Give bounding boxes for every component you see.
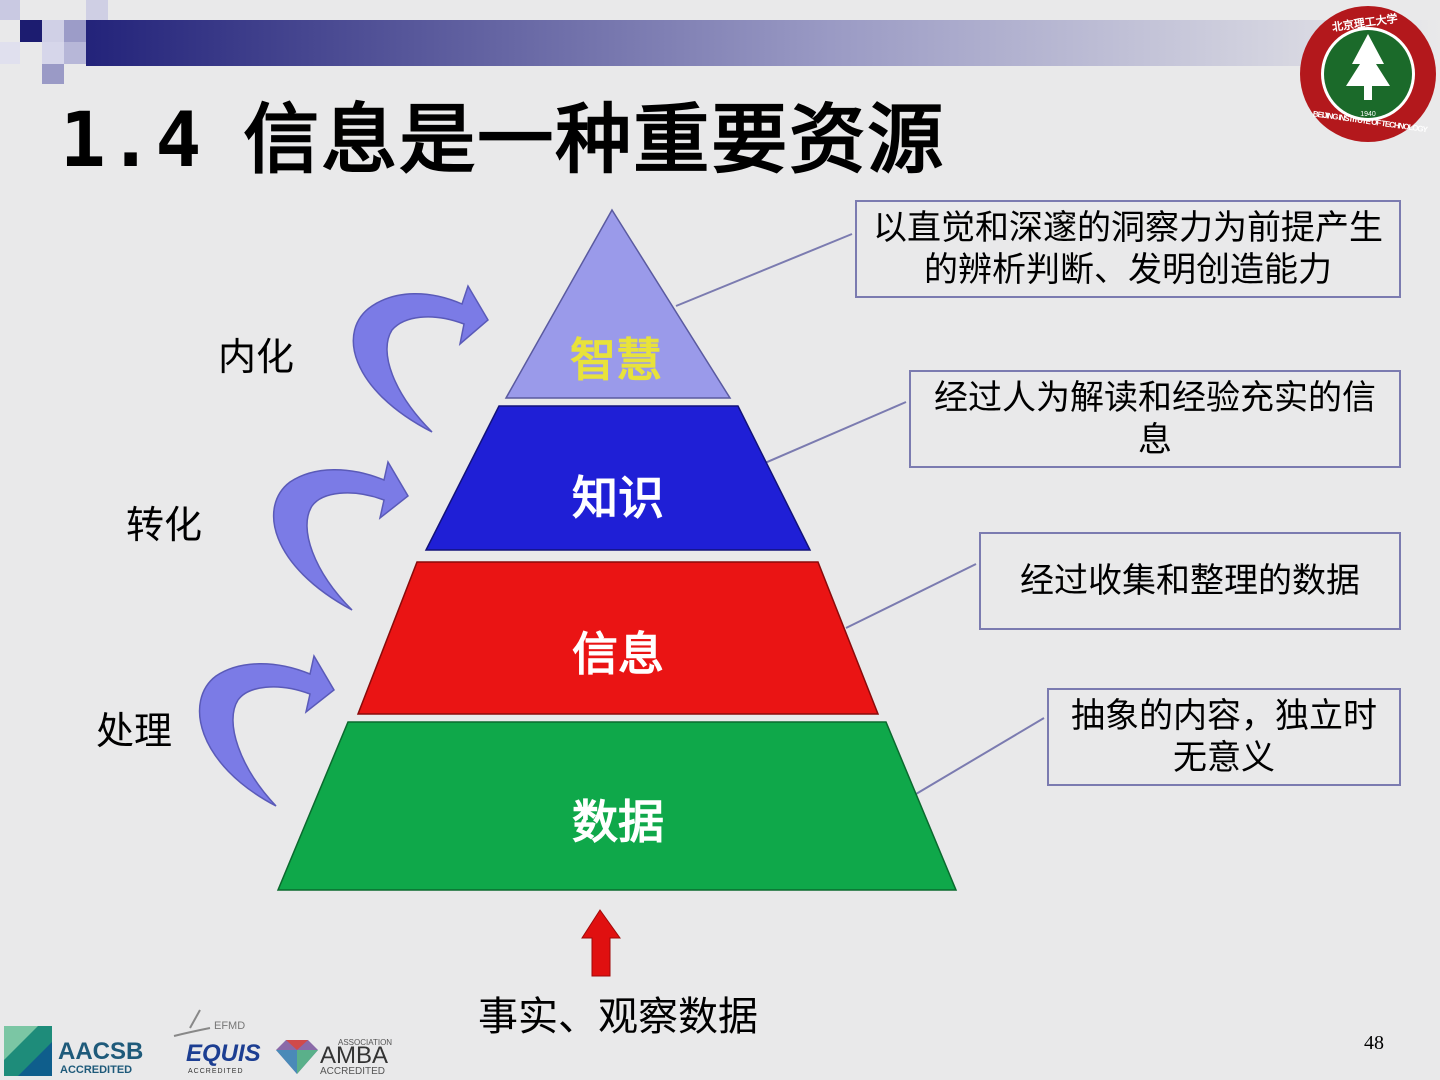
curved-arrow-internalize [352,284,489,433]
description-wisdom: 以直觉和深邃的洞察力为前提产生的辨析判断、发明创造能力 [873,208,1383,290]
description-box-information: 经过收集和整理的数据 [979,532,1401,630]
tier-label-knowledge: 知识 [572,471,664,525]
efmd-text: EFMD [214,1020,246,1032]
connector-line-data [915,717,1045,795]
page-number: 48 [1364,1032,1384,1054]
aacsb-text: AACSB [58,1038,144,1065]
up-arrow-icon [581,909,621,977]
tier-label-data: 数据 [572,795,664,849]
amba-diamond-icon [276,1040,318,1074]
connector-line-information [845,563,977,629]
equis-sub: ACCREDITED [188,1068,244,1075]
amba-sub: ACCREDITED [320,1066,386,1077]
input-label: 事实、观察数据 [478,994,758,1040]
aacsb-mark-icon [4,1026,52,1076]
label-transform: 转化 [126,503,203,547]
description-knowledge: 经过人为解读和经验充实的信息 [934,378,1376,460]
connector-line-knowledge [757,401,907,467]
label-internalize: 内化 [218,335,295,379]
tier-label-information: 信息 [572,627,664,681]
label-process: 处理 [96,709,173,753]
amba-logo: ASSOCIATION AMBA ACCREDITED [276,1036,396,1080]
description-box-knowledge: 经过人为解读和经验充实的信息 [909,370,1401,468]
description-box-wisdom: 以直觉和深邃的洞察力为前提产生的辨析判断、发明创造能力 [855,200,1401,298]
description-information: 经过收集和整理的数据 [1020,561,1360,601]
equis-text: EQUIS [186,1040,261,1067]
curved-arrow-transform [272,459,409,611]
description-box-data: 抽象的内容，独立时无意义 [1047,688,1401,786]
description-data: 抽象的内容，独立时无意义 [1071,696,1377,778]
tier-label-wisdom: 智慧 [570,333,662,387]
aacsb-logo: AACSB ACCREDITED [4,1026,154,1080]
curved-arrow-process [198,653,335,807]
connector-line-wisdom [675,233,853,307]
equis-logo: EFMD EQUIS ACCREDITED [170,1008,261,1080]
aacsb-sub: ACCREDITED [60,1064,133,1076]
